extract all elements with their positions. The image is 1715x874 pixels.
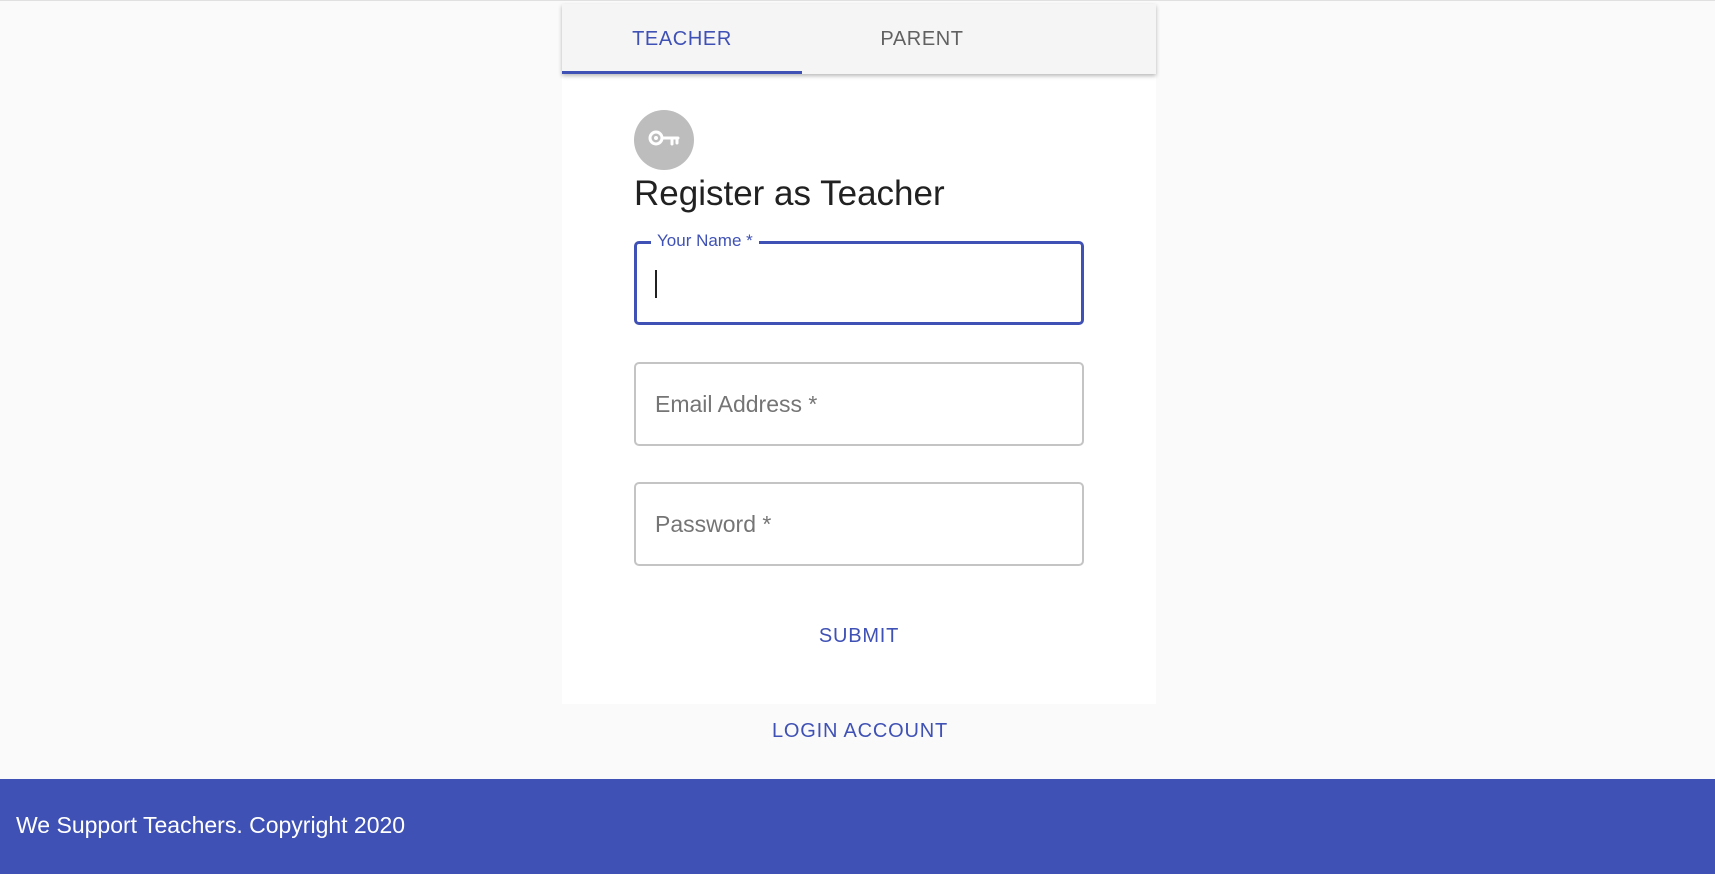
role-tabs: TEACHER PARENT [562, 4, 1156, 74]
tab-indicator [562, 71, 802, 74]
register-card: TEACHER PARENT Register as Teacher Your … [562, 4, 1156, 704]
key-icon [646, 120, 682, 161]
footer: We Support Teachers. Copyright 2020 [0, 779, 1715, 874]
top-divider [0, 0, 1715, 1]
email-field[interactable]: Email Address * [634, 362, 1084, 446]
tab-teacher-label: TEACHER [632, 27, 732, 50]
text-caret [655, 270, 657, 298]
footer-copyright: We Support Teachers. Copyright 2020 [16, 812, 406, 838]
login-account-button[interactable]: LOGIN ACCOUNT [710, 711, 1010, 751]
name-field[interactable]: Your Name * [634, 231, 1084, 325]
name-field-label: Your Name * [651, 231, 759, 251]
tab-teacher[interactable]: TEACHER [562, 4, 802, 74]
tab-parent[interactable]: PARENT [802, 4, 1042, 74]
avatar [634, 110, 694, 170]
page-title: Register as Teacher [634, 174, 945, 213]
email-field-placeholder: Email Address * [655, 391, 818, 417]
password-field[interactable]: Password * [634, 482, 1084, 566]
tab-parent-label: PARENT [880, 27, 964, 50]
password-field-placeholder: Password * [655, 511, 772, 537]
submit-button[interactable]: SUBMIT [784, 616, 934, 656]
